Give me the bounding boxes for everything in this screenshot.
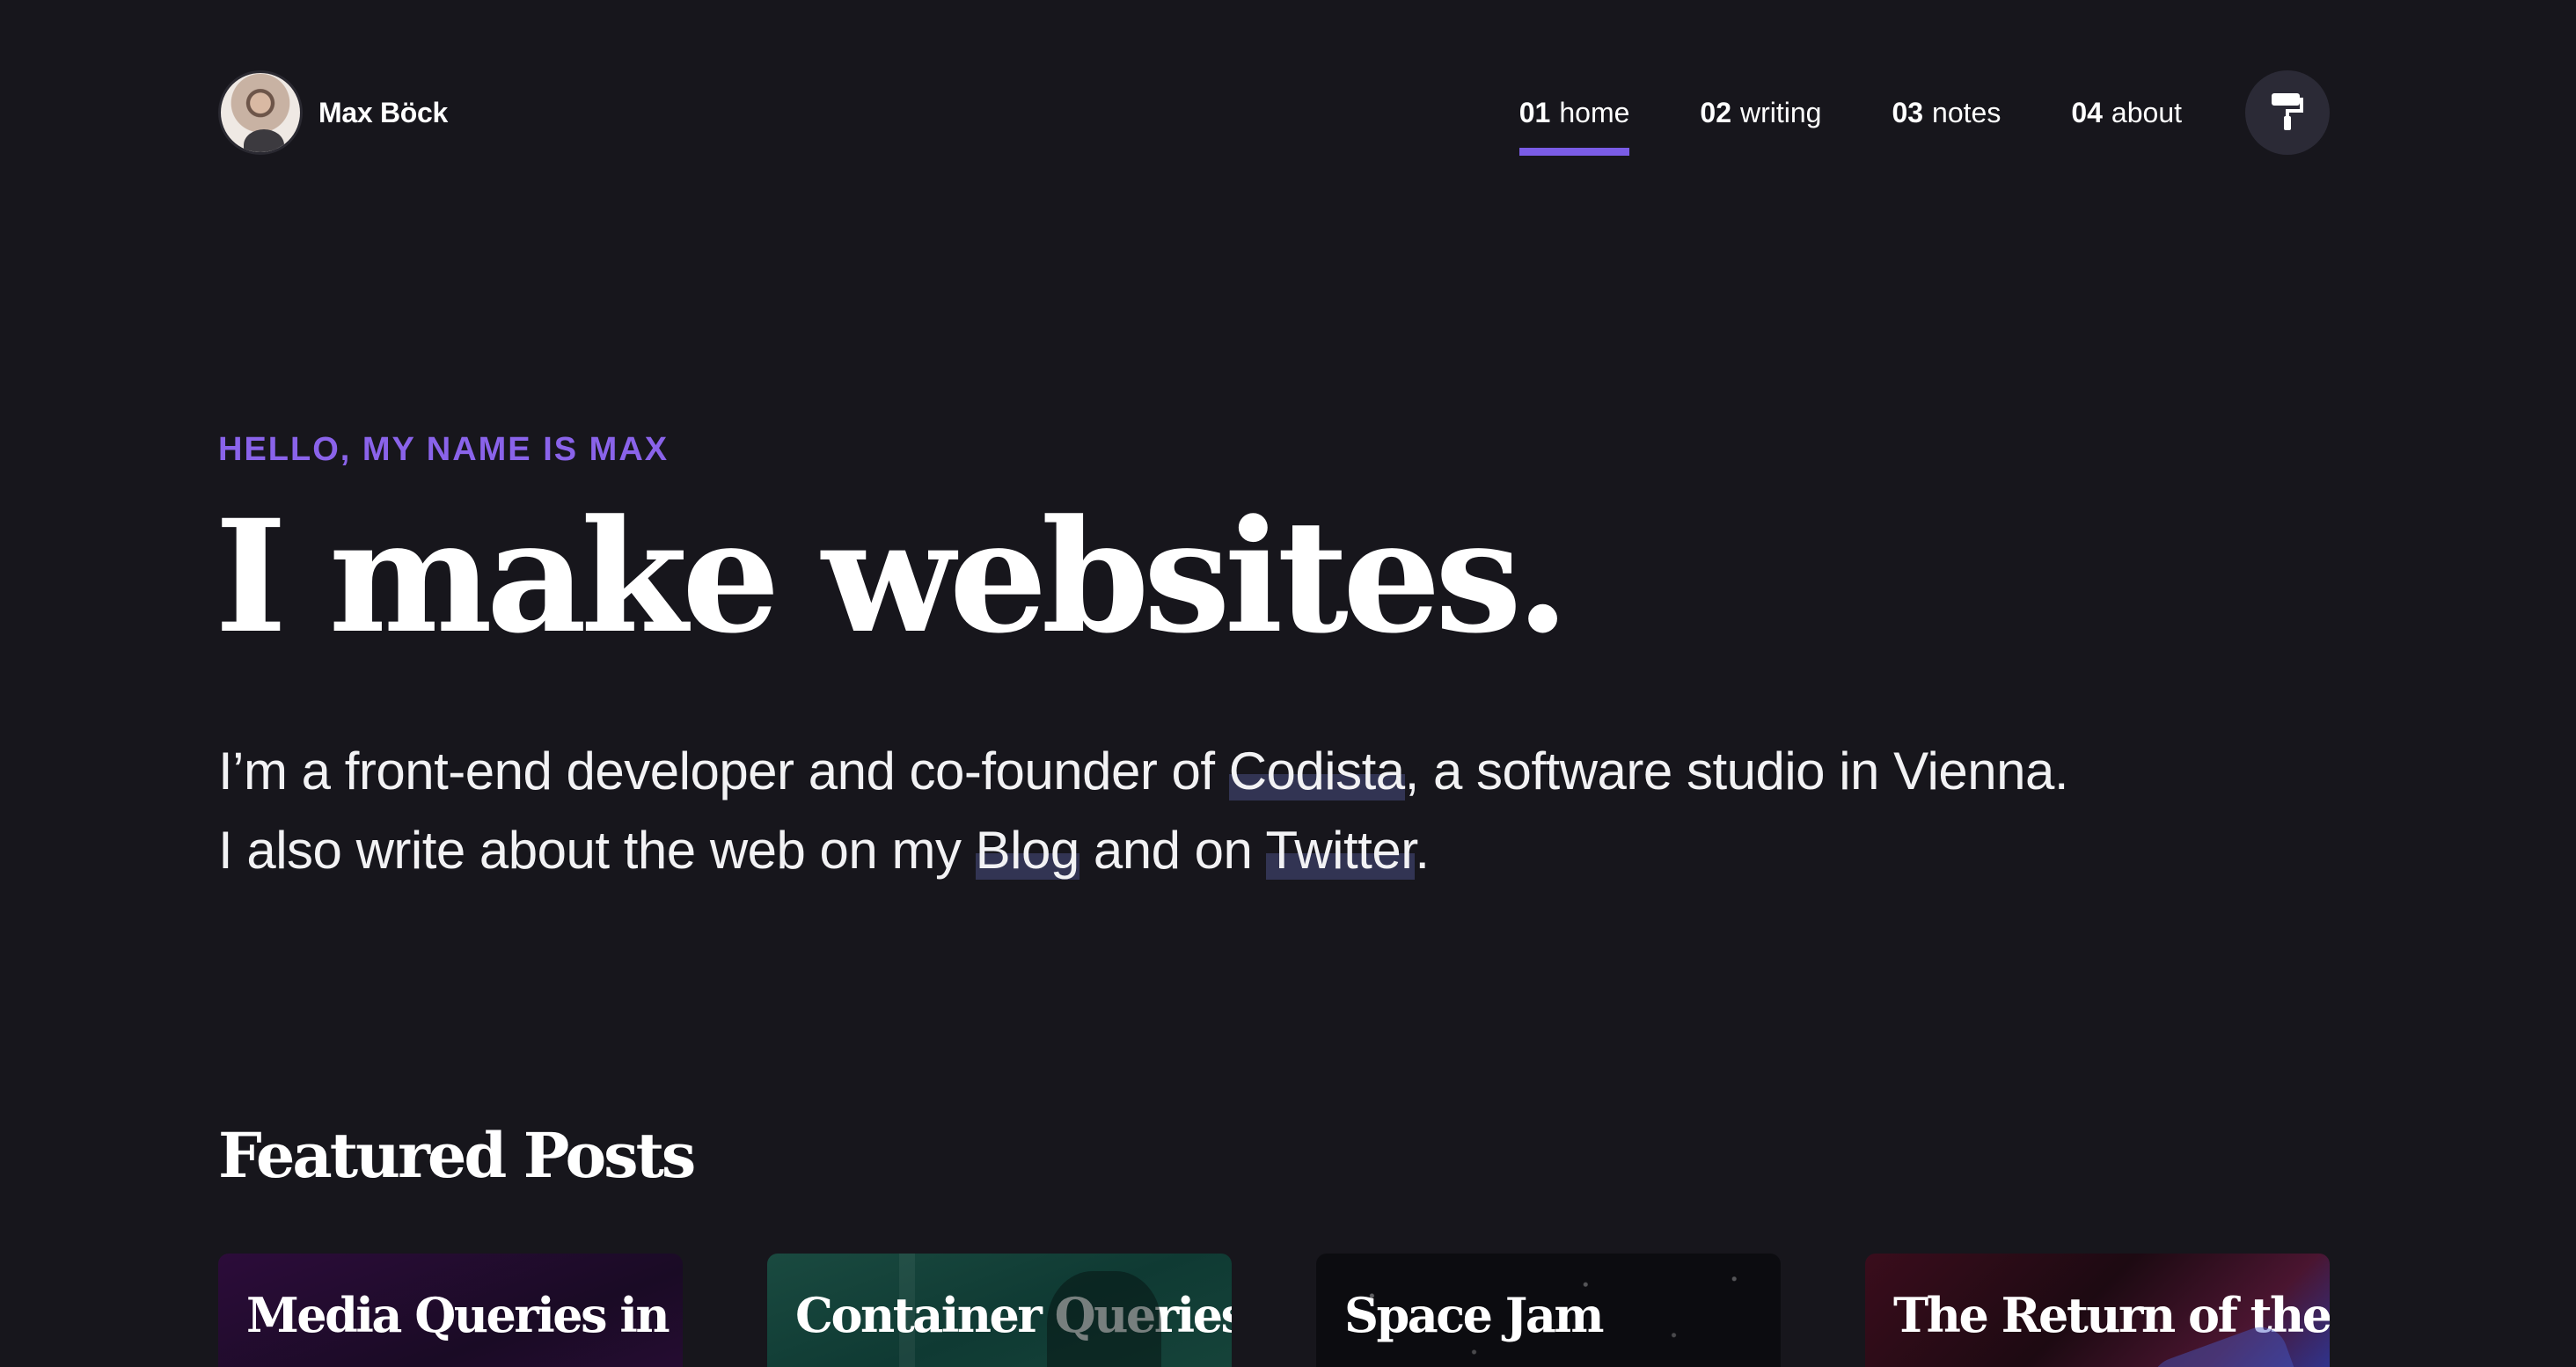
- hero-title: I make websites.: [215, 486, 1570, 668]
- nav-item-notes[interactable]: 03 notes: [1892, 97, 2001, 129]
- nav-item-label: home: [1559, 96, 1630, 128]
- intro-text: I also write about the web on my: [218, 821, 976, 880]
- featured-post-card[interactable]: Container Queries: [767, 1254, 1232, 1367]
- featured-post-title: The Return of the: [1893, 1287, 2330, 1343]
- main-nav: 01 home 02 writing 03 notes 04 about: [1519, 70, 2330, 156]
- site-header: Max Böck 01 home 02 writing 03 notes 04 …: [218, 69, 2330, 157]
- blog-link[interactable]: Blog: [975, 821, 1079, 880]
- nav-item-number: 04: [2071, 96, 2103, 128]
- intro-text: I’m a front-end developer and co-founder…: [218, 742, 1229, 800]
- nav-item-writing[interactable]: 02 writing: [1700, 97, 1821, 129]
- codista-link[interactable]: Codista: [1228, 742, 1405, 800]
- page: Max Böck 01 home 02 writing 03 notes 04 …: [0, 0, 2576, 1367]
- nav-item-about[interactable]: 04 about: [2071, 97, 2182, 129]
- paint-roller-icon: [2270, 91, 2305, 135]
- hero-intro: I’m a front-end developer and co-founder…: [218, 732, 2418, 890]
- nav-item-number: 02: [1700, 96, 1731, 128]
- featured-post-card[interactable]: Media Queries in: [218, 1254, 683, 1367]
- nav-item-label: writing: [1739, 96, 1822, 128]
- twitter-link[interactable]: Twitter: [1265, 821, 1416, 880]
- intro-text: and on: [1079, 821, 1266, 880]
- intro-text: .: [1415, 821, 1430, 880]
- featured-post-card[interactable]: The Return of the: [1865, 1254, 2330, 1367]
- home-brand-link[interactable]: Max Böck: [218, 70, 448, 155]
- hero-eyebrow: HELLO, MY NAME IS MAX: [218, 431, 670, 468]
- featured-posts-heading: Featured Posts: [218, 1119, 696, 1192]
- theme-switcher-button[interactable]: [2245, 70, 2330, 155]
- intro-text: , a software studio in Vienna.: [1404, 742, 2069, 800]
- nav-item-label: notes: [1932, 96, 2002, 128]
- avatar: [218, 70, 303, 155]
- brand-name: Max Böck: [318, 96, 448, 128]
- nav-item-number: 03: [1892, 96, 1924, 128]
- nav-item-number: 01: [1519, 96, 1551, 128]
- featured-posts-list: Media Queries in Container Queries Space…: [218, 1254, 2330, 1367]
- nav-item-label: about: [2111, 96, 2182, 128]
- featured-post-title: Space Jam: [1344, 1287, 1604, 1343]
- featured-post-title: Media Queries in: [246, 1287, 670, 1343]
- featured-post-card[interactable]: Space Jam: [1316, 1254, 1781, 1367]
- featured-post-title: Container Queries: [795, 1287, 1232, 1343]
- nav-item-home[interactable]: 01 home: [1519, 96, 1630, 156]
